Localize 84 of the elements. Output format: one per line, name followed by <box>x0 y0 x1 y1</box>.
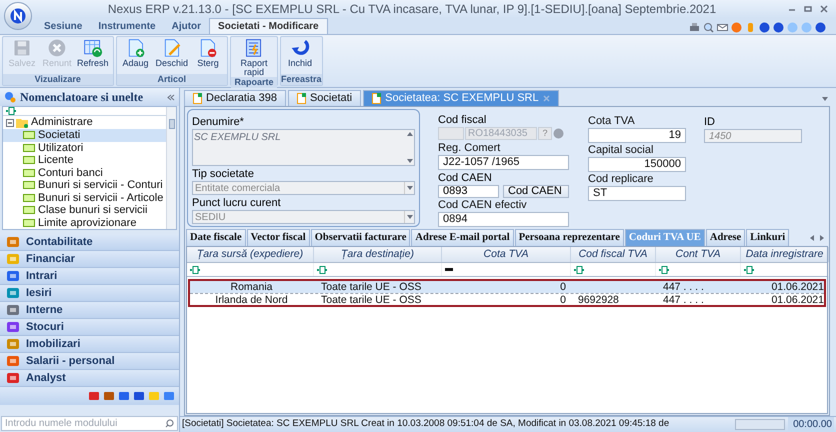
caen-button[interactable]: Cod CAEN <box>503 185 569 198</box>
ribbon-button[interactable]: Inchid <box>283 37 318 74</box>
module-section[interactable]: Intrari <box>0 268 179 285</box>
sub-tab[interactable]: Observatii facturare <box>310 229 410 246</box>
tree-item[interactable]: Licente <box>3 154 166 166</box>
table-cell-text: 447 . . . . <box>663 281 705 293</box>
ribbon-button[interactable]: Adaug <box>118 37 153 74</box>
column-header[interactable]: Cod fiscal TVA <box>571 247 656 262</box>
table-cell-text: 0 <box>559 294 566 306</box>
group-label: Fereastra <box>281 74 322 85</box>
column-header[interactable]: Țara sursă (expediere) <box>187 247 314 262</box>
ribbon-button[interactable]: Sterg <box>191 37 226 74</box>
table-cell-text: 01.06.2021 <box>770 294 824 306</box>
name-textarea[interactable]: SC EXEMPLU SRL <box>192 129 415 166</box>
table-cell-text: 9692928 <box>578 294 620 306</box>
vat-rate-field[interactable]: 19 <box>588 128 686 143</box>
caen-effective-field[interactable]: 0894 <box>438 212 569 227</box>
table-row[interactable]: Irlanda de Nord Toate tarile UE - OSS 0 9692928 447 . . . . 01.06.2021 <box>190 293 824 305</box>
table-row[interactable]: Romania Toate tarile UE - OSS 0 447 . . . . 01.06.2021 <box>190 281 824 293</box>
table-cell-text: 01.06.2021 <box>770 281 824 293</box>
module-section[interactable]: Contabilitate <box>0 234 179 251</box>
sub-tab[interactable]: Adrese E-mail portal <box>411 229 514 246</box>
tree-item[interactable]: Bunuri si servicii - Conturi <box>3 179 166 192</box>
field-label: Cod fiscal <box>438 114 488 127</box>
document-tab[interactable]: Declaratia 398 <box>184 90 286 106</box>
sub-tab[interactable]: Date fiscale <box>186 229 246 246</box>
document-tab[interactable]: Societati <box>288 90 362 106</box>
ribbon-button[interactable]: Refresh <box>75 37 111 74</box>
tree-item[interactable]: Conturi banci <box>3 166 166 179</box>
tree-item[interactable]: Administrare <box>31 114 93 131</box>
table-cell-text: Toate tarile UE - OSS <box>321 294 422 306</box>
status-text: [Societati] Societatea: SC EXEMPLU SRL Creat in 10.03.2008 09:51:04 de SA, Modificat in 03.08.2021 09:45:18 de <box>182 417 670 432</box>
ribbon-button[interactable]: Raport rapid <box>233 37 276 77</box>
ribbon-tab[interactable]: Sesiune <box>36 18 90 34</box>
table-cell-text: 0 <box>559 281 566 293</box>
table-cell-text: Romania <box>229 281 274 293</box>
field-label: Cota TVA <box>588 115 636 128</box>
replication-code-field[interactable]: ST <box>588 186 686 201</box>
table-cell-text: Irlanda de Nord <box>214 294 289 306</box>
field-label: Capital social <box>588 144 654 157</box>
module-section[interactable]: Interne <box>0 302 179 319</box>
ribbon-tab[interactable]: Ajutor <box>164 18 210 34</box>
field-label: Cod CAEN efectiv <box>438 199 528 212</box>
field-label: Punct lucru curent <box>192 197 282 210</box>
tree-item[interactable]: Bunuri si servicii - Articole <box>3 192 166 204</box>
registry-field[interactable]: J22-1057 /1965 <box>438 155 569 170</box>
panel-title: Nomenclatoare si unelte <box>20 89 144 106</box>
module-section[interactable]: Financiar <box>0 251 179 268</box>
module-section[interactable]: Analyst <box>0 370 179 387</box>
column-header[interactable]: Țara destinație) <box>314 247 442 262</box>
module-search-field[interactable]: Introdu numele modulului <box>1 416 178 431</box>
module-section[interactable]: Stocuri <box>0 319 179 336</box>
field-label: Tip societate <box>192 168 255 181</box>
table-cell-text: 447 . . . . <box>663 294 705 306</box>
tree-item[interactable]: Utilizatori <box>3 142 166 154</box>
sub-tab[interactable]: Vector fiscal <box>246 229 310 246</box>
module-section[interactable]: Salarii - personal <box>0 353 179 370</box>
field-label: Reg. Comert <box>438 142 502 155</box>
tree-item[interactable]: Limite aprovizionare <box>3 216 166 229</box>
column-header[interactable]: Cota TVA <box>442 247 571 262</box>
module-section[interactable]: Imobilizari <box>0 336 179 353</box>
ribbon-button[interactable]: Deschid <box>154 37 190 74</box>
field-label: Denumire* <box>192 116 245 129</box>
tree-item[interactable]: Clase bunuri si servicii <box>3 204 166 216</box>
group-label: Vizualizare <box>3 74 113 85</box>
tree-item[interactable]: Societati <box>3 129 166 142</box>
sub-tab[interactable]: Linkuri <box>746 229 790 246</box>
sub-tab[interactable]: Persoana reprezentare <box>514 229 624 246</box>
field-label: Cod replicare <box>588 173 654 186</box>
sub-tab[interactable]: Adrese <box>706 229 746 246</box>
group-label: Rapoarte <box>231 77 278 88</box>
caen-field[interactable]: 0893 <box>438 185 499 198</box>
table-cell-text: Toate tarile UE - OSS <box>321 281 422 293</box>
window-title: Nexus ERP v.21.13.0 - [SC EXEMPLU SRL - Cu TVA incasare, TVA lunar, IP 9].[1-SEDIU].[oana] Septembrie.2021 <box>106 1 718 18</box>
capital-field[interactable]: 150000 <box>588 157 686 172</box>
group-label: Articol <box>116 74 228 85</box>
field-label: ID <box>704 115 716 129</box>
ribbon-tab[interactable]: Instrumente <box>90 18 164 34</box>
timer: 00:00.00 <box>788 417 834 432</box>
module-section[interactable]: Iesiri <box>0 285 179 302</box>
column-header[interactable]: Data inregistrare <box>741 247 829 262</box>
field-label: Cod CAEN <box>438 171 493 185</box>
column-header[interactable]: Cont TVA <box>656 247 741 262</box>
ribbon-tab[interactable]: Societati - Modificare <box>209 18 328 34</box>
